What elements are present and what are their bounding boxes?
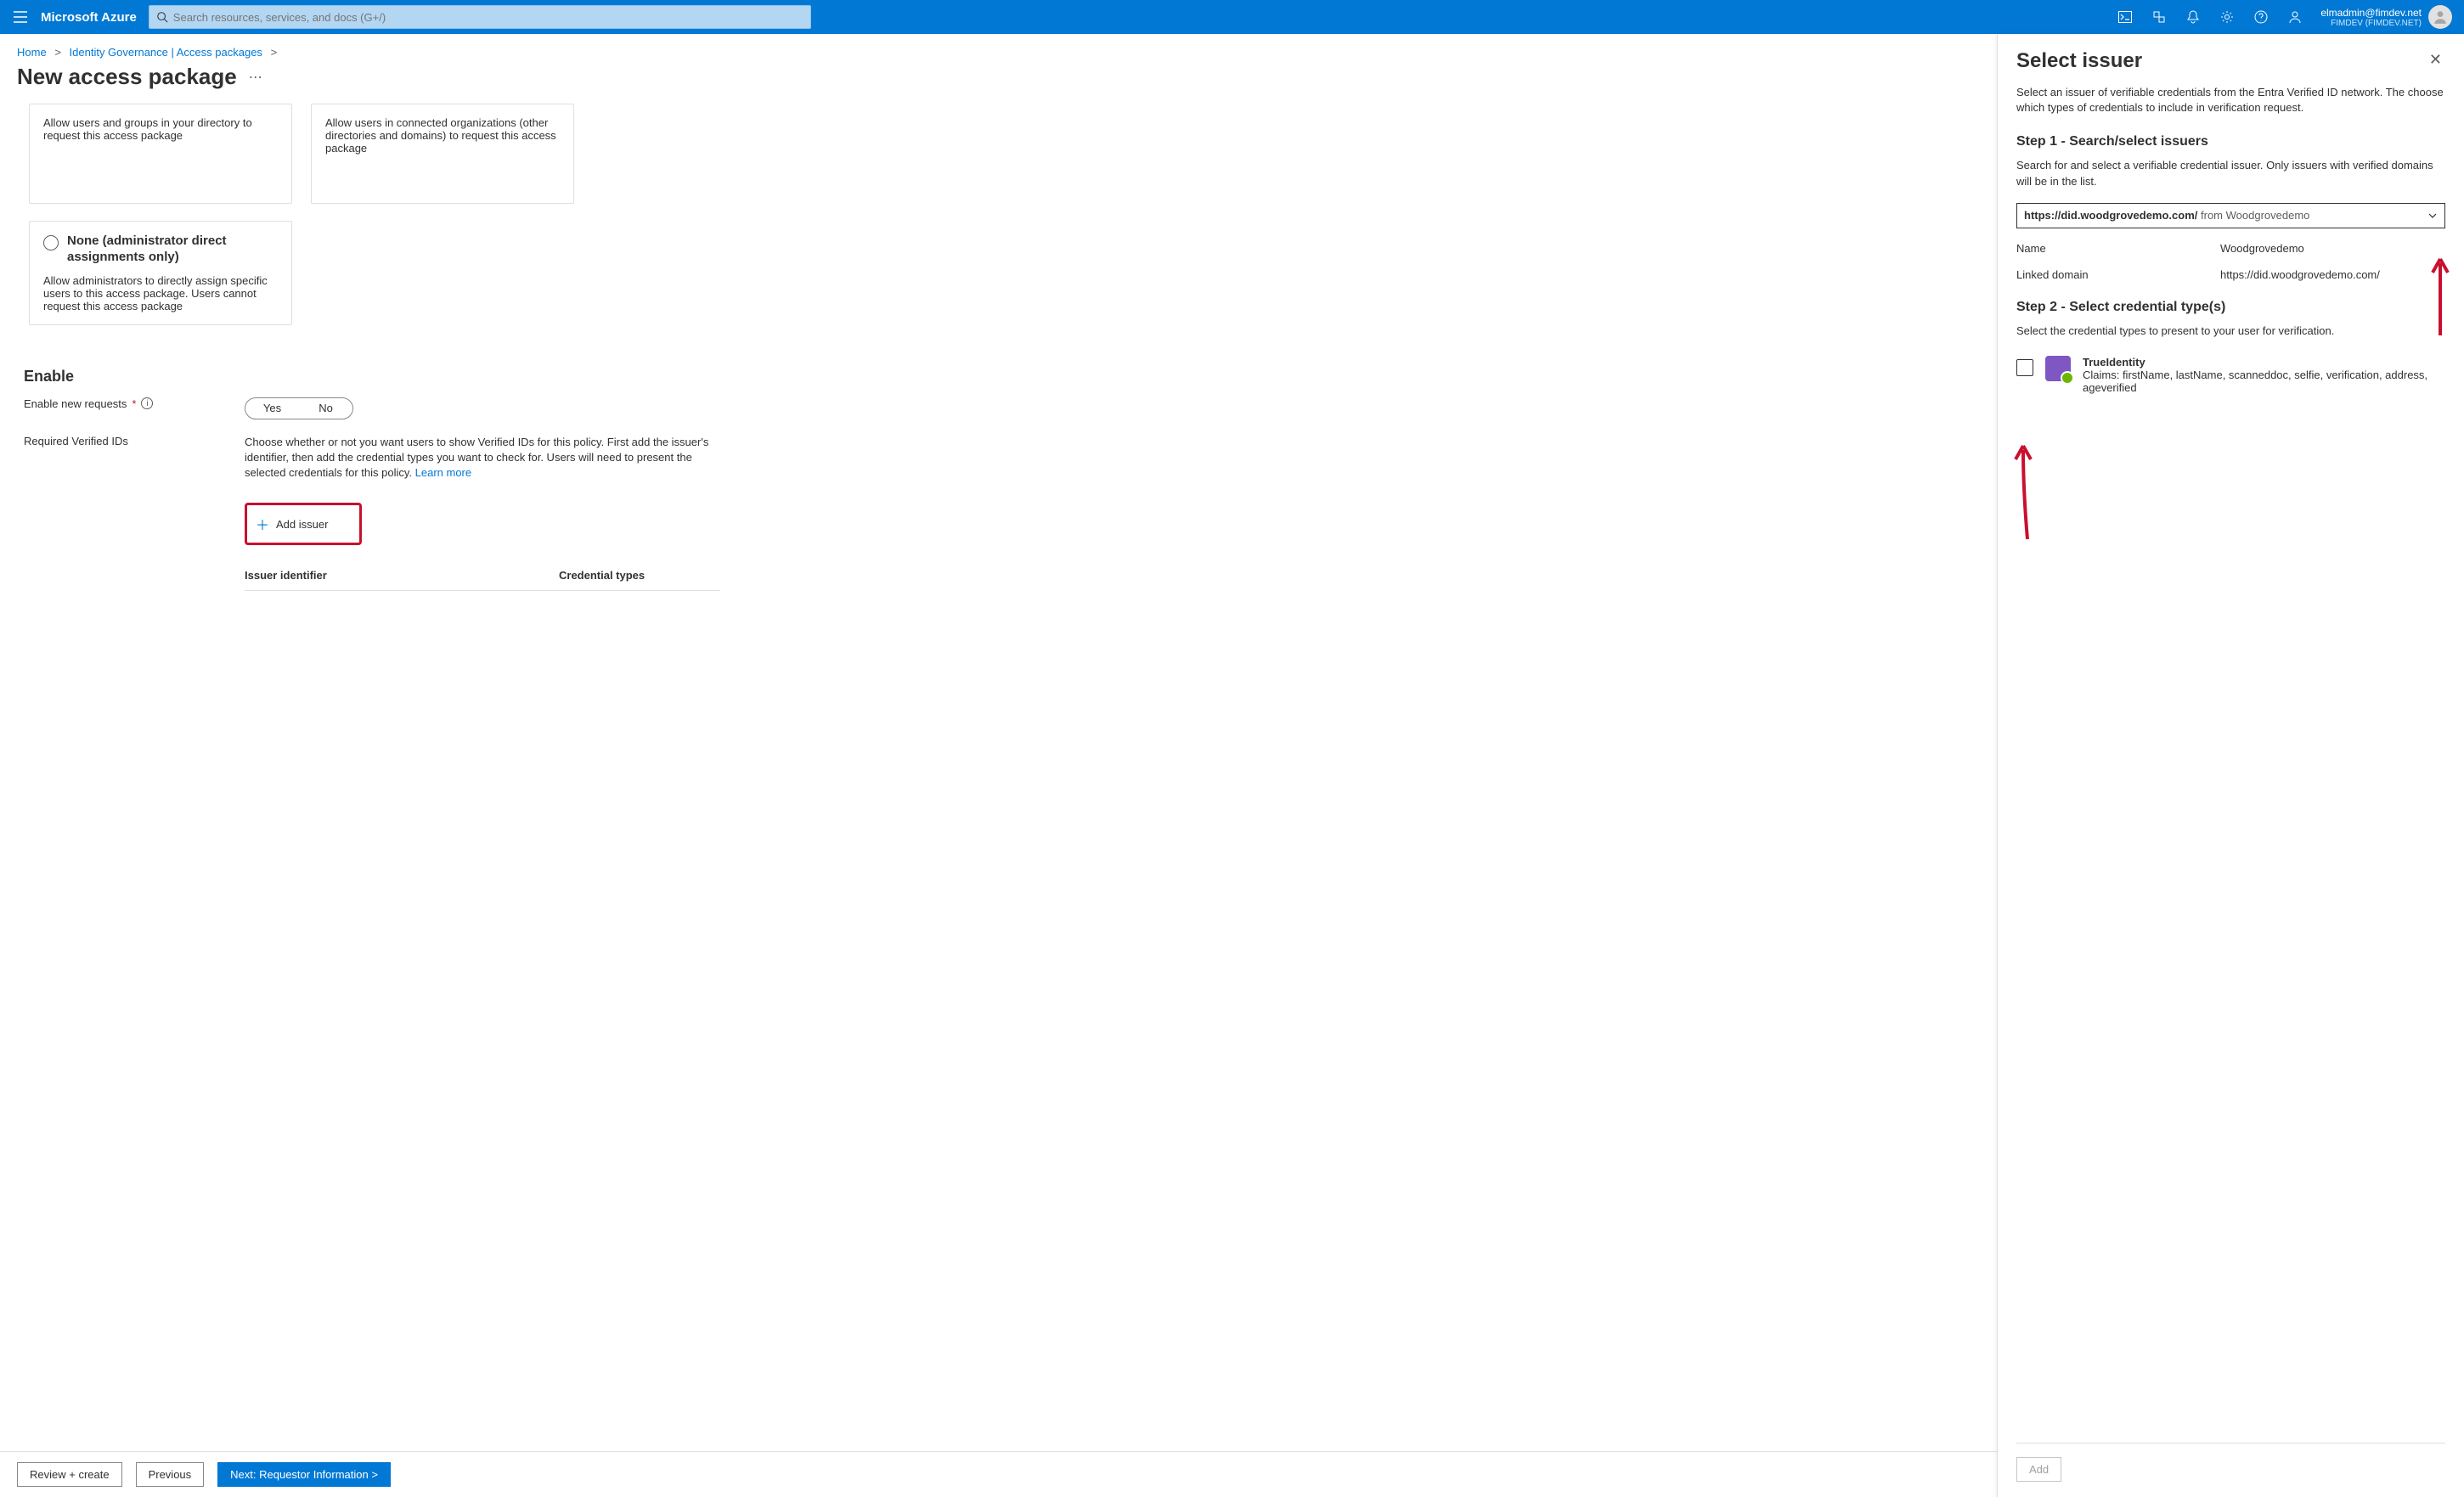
add-issuer-button[interactable]: ＋ Add issuer [251,510,356,537]
account-tenant: FIMDEV (FIMDEV.NET) [2320,19,2422,28]
account-email: elmadmin@fimdev.net [2320,7,2422,19]
panel-add-button[interactable]: Add [2016,1457,2061,1482]
credential-checkbox[interactable] [2016,359,2033,376]
issuer-dropdown[interactable]: https://did.woodgrovedemo.com/ from Wood… [2016,203,2445,228]
required-asterisk: * [132,397,136,410]
card-none-admin-desc: Allow administrators to directly assign … [43,274,278,312]
issuer-name-label: Name [2016,242,2220,255]
account-menu[interactable]: elmadmin@fimdev.net FIMDEV (FIMDEV.NET) [2312,5,2457,29]
step1-title: Step 1 - Search/select issuers [2016,134,2445,149]
linked-domain-label: Linked domain [2016,268,2220,281]
plus-icon: ＋ [256,514,269,534]
next-button[interactable]: Next: Requestor Information > [217,1462,391,1487]
more-actions-icon[interactable]: ⋯ [249,69,262,86]
enable-toggle[interactable]: Yes No [245,397,353,419]
credential-claims: Claims: firstName, lastName, scanneddoc,… [2083,369,2445,394]
linked-domain-value: https://did.woodgrovedemo.com/ [2220,268,2445,281]
col-credential-types: Credential types [559,569,720,582]
toggle-yes[interactable]: Yes [245,398,299,419]
panel-description: Select an issuer of verifiable credentia… [2016,85,2445,115]
dropdown-from: from [2201,209,2223,222]
feedback-icon[interactable] [2278,0,2312,34]
dropdown-org: Woodgrovedemo [2226,209,2310,222]
card-directory-users-desc: Allow users and groups in your directory… [43,116,278,142]
dropdown-domain: https://did.woodgrovedemo.com/ [2024,209,2197,222]
card-none-admin-title: None (administrator direct assignments o… [67,234,278,266]
search-icon [156,11,168,23]
previous-button[interactable]: Previous [136,1462,205,1487]
page-title: New access package [17,64,237,90]
credential-name: TrueIdentity [2083,356,2445,369]
col-issuer-identifier: Issuer identifier [245,569,559,582]
breadcrumb-identity-governance[interactable]: Identity Governance | Access packages [70,46,262,59]
global-search[interactable] [149,5,811,29]
cloud-shell-icon[interactable] [2108,0,2142,34]
directories-icon[interactable] [2142,0,2176,34]
add-issuer-label: Add issuer [276,518,328,531]
step1-description: Search for and select a verifiable crede… [2016,158,2445,189]
help-icon[interactable] [2244,0,2278,34]
card-directory-users[interactable]: Allow users and groups in your directory… [29,104,292,204]
review-create-button[interactable]: Review + create [17,1462,122,1487]
panel-title: Select issuer [2016,49,2142,73]
brand-label: Microsoft Azure [41,10,137,25]
info-icon[interactable]: i [141,397,153,409]
step2-title: Step 2 - Select credential type(s) [2016,300,2445,315]
learn-more-link[interactable]: Learn more [415,466,471,479]
card-none-admin[interactable]: None (administrator direct assignments o… [29,221,292,325]
select-issuer-panel: Select issuer ✕ Select an issuer of veri… [1997,34,2464,1497]
step2-description: Select the credential types to present t… [2016,324,2445,339]
enable-new-requests-label: Enable new requests [24,397,127,410]
hamburger-menu[interactable] [7,3,34,31]
breadcrumb-home[interactable]: Home [17,46,47,59]
avatar [2428,5,2452,29]
credential-icon [2045,356,2071,381]
required-verified-ids-label: Required Verified IDs [24,435,128,447]
search-input[interactable] [173,11,803,24]
credential-row: TrueIdentity Claims: firstName, lastName… [2016,356,2445,394]
chevron-down-icon [2427,211,2438,221]
azure-top-bar: Microsoft Azure elmadmin@fimdev.net FIM [0,0,2464,34]
notifications-icon[interactable] [2176,0,2210,34]
close-icon[interactable]: ✕ [2426,49,2445,70]
settings-icon[interactable] [2210,0,2244,34]
card-connected-orgs[interactable]: Allow users in connected organizations (… [311,104,574,204]
add-issuer-highlight: ＋ Add issuer [245,503,362,545]
issuer-name-value: Woodgrovedemo [2220,242,2445,255]
radio-none-admin[interactable] [43,235,59,250]
card-connected-orgs-desc: Allow users in connected organizations (… [325,116,560,155]
verified-ids-description: Choose whether or not you want users to … [245,435,720,481]
toggle-no[interactable]: No [299,398,352,419]
